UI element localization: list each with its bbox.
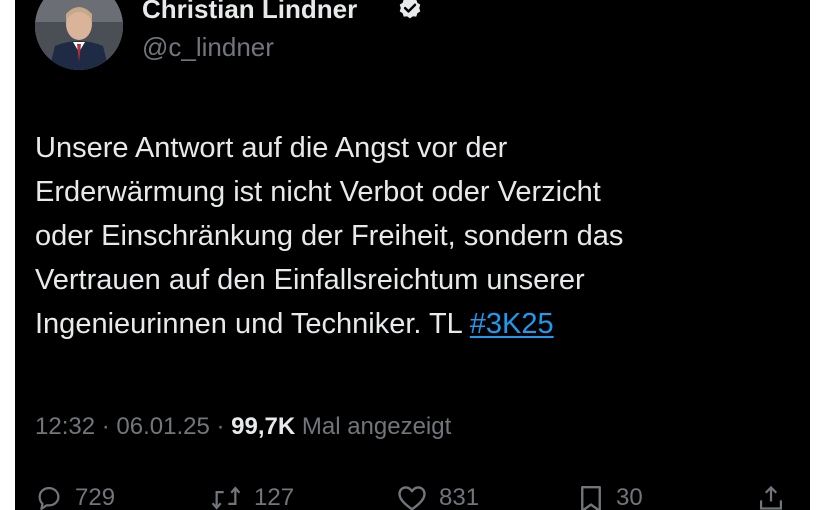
meta-separator: · <box>95 413 117 440</box>
reply-count: 729 <box>75 484 116 510</box>
tweet-text-line: Unsere Antwort auf die Angst vor der <box>35 132 508 164</box>
tweet-card: Christian Lindner @c_lindner Unsere Antw… <box>15 0 810 510</box>
view-count: 99,7K <box>231 413 296 440</box>
repost-count: 127 <box>254 484 295 510</box>
like-count: 831 <box>439 484 480 510</box>
bookmark-button[interactable]: 30 <box>578 478 643 510</box>
like-button[interactable]: 831 <box>397 478 479 510</box>
repost-button[interactable]: 127 <box>210 478 294 510</box>
share-button[interactable] <box>757 478 797 510</box>
tweet-date[interactable]: 06.01.25 <box>116 413 209 440</box>
tweet-text-line: Erderwärmung ist nicht Verbot oder Verzi… <box>35 176 601 208</box>
verified-badge-icon <box>397 0 423 22</box>
bookmark-count: 30 <box>616 484 643 510</box>
heart-icon <box>398 486 426 510</box>
view-count-label: Mal angezeigt <box>295 413 452 440</box>
hashtag-link[interactable]: #3K25 <box>470 308 554 340</box>
user-handle[interactable]: @c_lindner <box>142 32 274 62</box>
tweet-text-line: oder Einschränkung der Freiheit, sondern… <box>35 220 624 252</box>
avatar[interactable] <box>35 0 123 70</box>
tweet-text-segment: Ingenieurinnen und Techniker. TL <box>35 308 470 340</box>
tweet-meta: 12:32 · 06.01.25 · 99,7K Mal angezeigt <box>35 412 451 442</box>
tweet-text: Unsere Antwort auf die Angst vor der Erd… <box>35 126 795 346</box>
repost-icon <box>211 486 241 510</box>
reply-icon <box>38 486 60 510</box>
reply-button[interactable]: 729 <box>35 478 115 510</box>
action-bar: 729 127 831 30 <box>15 478 810 510</box>
bookmark-icon <box>581 485 601 510</box>
meta-separator: · <box>209 413 232 440</box>
share-icon <box>759 485 783 510</box>
tweet-text-line: Vertrauen auf den Einfallsreichtum unser… <box>35 264 585 296</box>
tweet-time[interactable]: 12:32 <box>35 413 95 440</box>
tweet-text-line: Ingenieurinnen und Techniker. TL #3K25 <box>35 302 795 346</box>
display-name[interactable]: Christian Lindner <box>142 0 357 24</box>
